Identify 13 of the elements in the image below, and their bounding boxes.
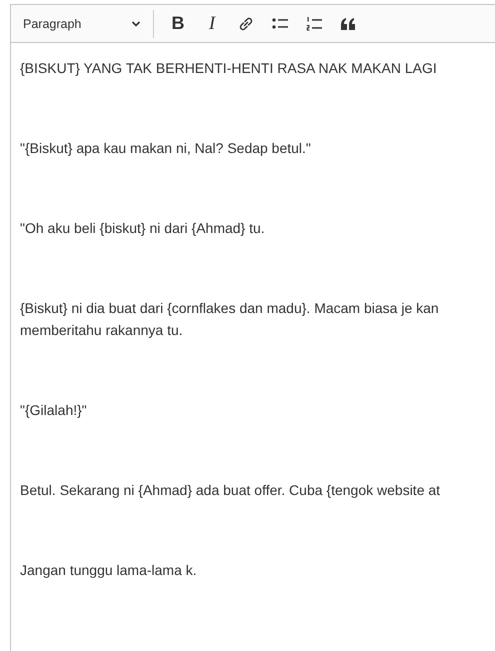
chevron-down-icon [131, 20, 141, 26]
paragraph-text: {Biskut} ni dia buat dari {cornflakes dan madu}. Macam biasa je kan memberitahu rakannya tu. [20, 299, 440, 340]
numbered-list-icon [305, 14, 323, 32]
quote-icon [340, 16, 356, 30]
paragraph-text: Jangan tunggu lama-lama k. [20, 561, 198, 580]
paragraph-text: "{Gilalah!}" [20, 401, 88, 420]
paragraph-text: "Oh aku beli {biskut} ni dari {Ahmad} tu. [20, 219, 266, 238]
bold-button[interactable]: B [162, 8, 194, 38]
paragraph-text: Betul. Sekarang ni {Ahmad} ada buat offer. Cuba {tengok website at [20, 481, 442, 500]
paragraph-text: {BISKUT} YANG TAK BERHENTI-HENTI RASA NAK MAKAN LAGI [20, 59, 438, 78]
heading-dropdown[interactable]: Paragraph [19, 12, 147, 34]
italic-button[interactable]: I [196, 8, 228, 38]
paragraph-text: "{Biskut} apa kau makan ni, Nal? Sedap betul." [20, 139, 312, 158]
